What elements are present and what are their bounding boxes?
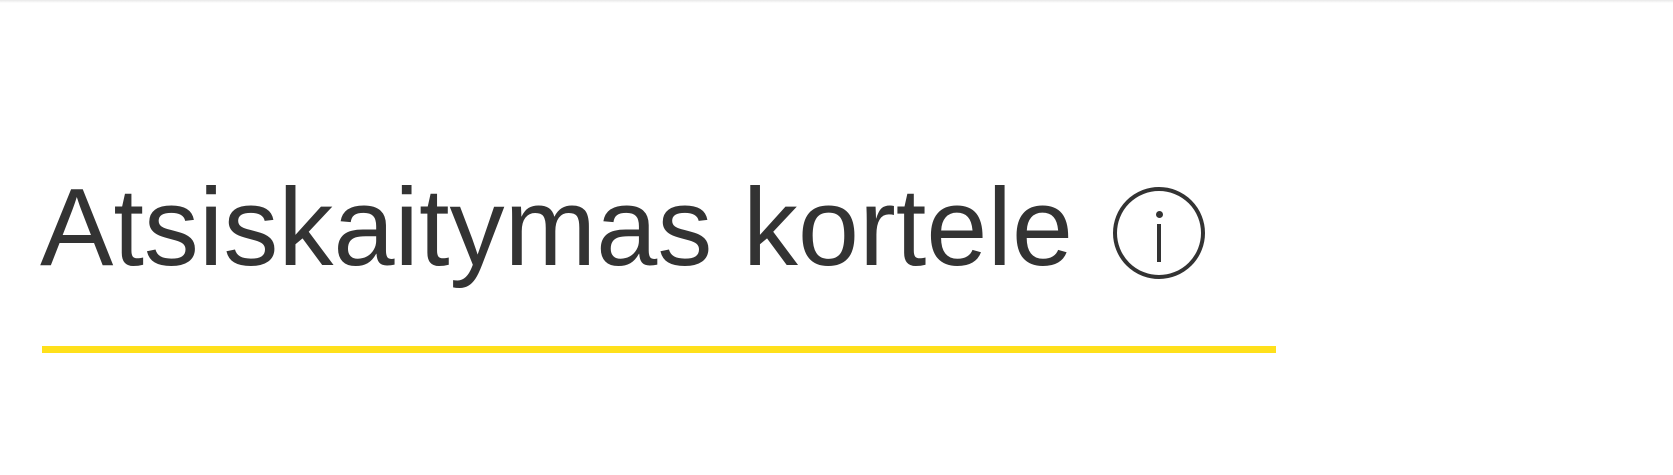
info-icon-stem [1157,224,1162,262]
page: Atsiskaitymas kortele [0,0,1673,475]
title-underline [42,346,1276,353]
page-title: Atsiskaitymas kortele [40,166,1074,289]
info-icon[interactable] [1113,187,1206,279]
top-bar-shadow [0,0,1673,3]
page-header: Atsiskaitymas kortele [40,166,1206,289]
info-icon-dot [1155,211,1163,218]
